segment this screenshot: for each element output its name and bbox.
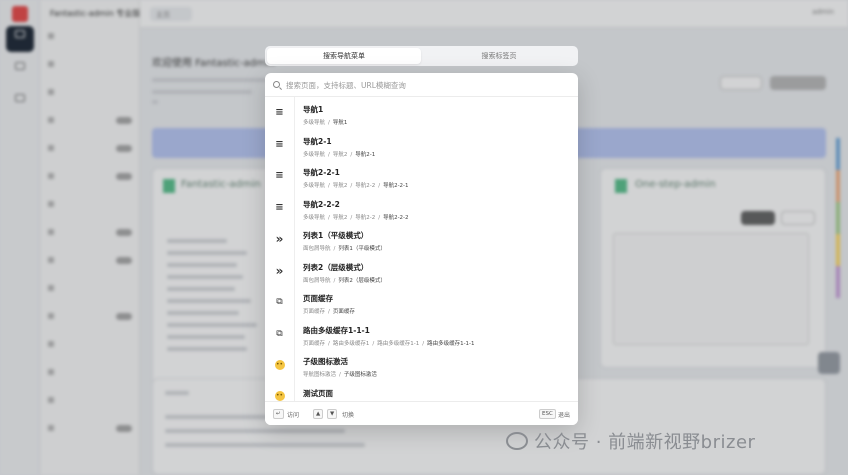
result-title: 导航2-2-2: [303, 199, 340, 209]
search-input[interactable]: [286, 77, 570, 93]
search-icon: [273, 81, 280, 88]
arrow-down-key: ▼: [327, 409, 338, 419]
enter-hint: 访问: [287, 412, 300, 419]
menu-icon: ≡: [265, 128, 295, 161]
enter-key: ↵: [273, 409, 284, 419]
breadcrumb-segment: 多级导航: [303, 151, 326, 158]
result-title: 导航2-1: [303, 136, 332, 146]
breadcrumb-segment: 导航2-1: [355, 151, 376, 158]
search-result-item[interactable]: » 列表2（层级模式） 面包屑导航 / 列表2（层级模式）: [265, 254, 578, 287]
breadcrumb-segment: 路由多级缓存1-1-1: [427, 340, 475, 347]
breadcrumb-separator: /: [372, 340, 375, 347]
search-result-item[interactable]: •• 子级图标激活 导航图标激活 / 子级图标激活: [265, 349, 578, 381]
chevrons-right-icon: »: [265, 223, 295, 255]
breadcrumb-segment: 列表2（层级模式）: [338, 277, 386, 284]
emoji-icon: ••: [265, 349, 295, 381]
result-title: 测试页面: [303, 388, 333, 398]
emoji-icon: ••: [265, 380, 295, 401]
search-result-item[interactable]: » 列表1（平级模式） 面包屑导航 / 列表1（平级模式）: [265, 223, 578, 255]
result-breadcrumb: 页面缓存 / 路由多级缓存1/路由多级缓存1-1/路由多级缓存1-1-1: [303, 339, 475, 347]
breadcrumb-separator: /: [328, 183, 330, 189]
breadcrumb-segment: 导航2: [332, 151, 348, 158]
breadcrumb-segment: 路由多级缓存1: [332, 340, 370, 347]
search-bar: [265, 73, 578, 97]
tab-search-tabs[interactable]: 搜索标签页: [422, 48, 576, 64]
breadcrumb-segment: 导航2: [332, 183, 348, 189]
breadcrumb-segment: 导航1: [332, 120, 348, 126]
breadcrumb-separator: /: [339, 372, 341, 378]
breadcrumb-separator: /: [328, 120, 330, 126]
search-result-item[interactable]: ⧉ 路由多级缓存1-1-1 页面缓存 / 路由多级缓存1/路由多级缓存1-1/路由多级缓…: [265, 317, 578, 350]
result-breadcrumb: 多级导航 / 导航2/导航2-2/导航2-2-2: [303, 213, 409, 221]
search-result-item[interactable]: ≡ 导航2-2-1 多级导航 / 导航2/导航2-2/导航2-2-1: [265, 160, 578, 192]
pages-icon: ⧉: [265, 286, 295, 318]
wechat-icon: [506, 432, 528, 450]
breadcrumb-separator: /: [350, 151, 353, 158]
result-breadcrumb: 页面缓存 / 页面缓存: [303, 307, 355, 315]
result-title: 列表2（层级模式）: [303, 262, 369, 272]
breadcrumb-segment: 页面缓存: [332, 309, 355, 315]
esc-hint: 退出: [558, 412, 571, 419]
switch-hint: 切换: [342, 412, 355, 419]
breadcrumb-segment: 路由多级缓存1-1: [377, 340, 420, 347]
breadcrumb-segment: 多级导航: [303, 214, 326, 221]
menu-icon: ≡: [265, 191, 295, 224]
breadcrumb-separator: /: [350, 214, 353, 221]
search-modal: ≡导航1多级导航/导航1≡导航2-1多级导航/导航2/导航2-1≡导航2-2-1…: [265, 73, 578, 425]
arrow-up-key: ▲: [313, 409, 324, 419]
tab-search-menu[interactable]: 搜索导航菜单: [267, 48, 421, 64]
result-breadcrumb: 多级导航 / 导航1: [303, 118, 347, 126]
breadcrumb-segment: 导航图标激活: [303, 372, 337, 378]
result-breadcrumb: 导航图标激活 / 子级图标激活: [303, 370, 377, 378]
breadcrumb-segment: 子级图标激活: [343, 372, 377, 378]
watermark: 公众号 · 前端新视野brizer: [506, 428, 755, 454]
breadcrumb-segment: 页面缓存: [303, 340, 326, 347]
search-mode-switch: 搜索导航菜单 搜索标签页: [265, 46, 578, 66]
breadcrumb-separator: /: [328, 151, 330, 158]
breadcrumb-separator: /: [333, 246, 336, 252]
result-breadcrumb: 多级导航 / 导航2/导航2-1: [303, 150, 375, 158]
pages-icon: ⧉: [265, 317, 295, 350]
result-title: 页面缓存: [303, 294, 333, 303]
breadcrumb-separator: /: [350, 183, 353, 189]
watermark-text: 公众号 · 前端新视野brizer: [534, 432, 756, 453]
esc-key: ESC: [539, 409, 556, 419]
breadcrumb-separator: /: [328, 340, 330, 347]
breadcrumb-segment: 导航2: [332, 214, 348, 221]
breadcrumb-segment: 多级导航: [303, 183, 326, 189]
result-breadcrumb: 面包屑导航 / 列表1（平级模式）: [303, 244, 386, 252]
breadcrumb-separator: /: [333, 277, 336, 284]
breadcrumb-segment: 列表1（平级模式）: [338, 246, 386, 252]
breadcrumb-segment: 多级导航: [303, 120, 326, 126]
result-title: 列表1（平级模式）: [303, 231, 369, 240]
result-title: 路由多级缓存1-1-1: [303, 325, 370, 335]
search-result-item[interactable]: ≡ 导航2-1 多级导航 / 导航2/导航2-1: [265, 128, 578, 161]
breadcrumb-separator: /: [328, 214, 330, 221]
breadcrumb-segment: 导航2-2-2: [383, 214, 409, 221]
menu-icon: ≡: [265, 160, 295, 192]
breadcrumb-segment: 页面缓存: [303, 309, 326, 315]
breadcrumb-segment: 导航2-2: [355, 214, 376, 221]
search-results: ≡ 导航1 多级导航 / 导航1 ≡ 导航2-1 多级导航 / 导航2/导航2-1 ≡ 导航2-2-1…: [265, 97, 578, 401]
menu-icon: ≡: [265, 97, 295, 129]
result-title: 子级图标激活: [303, 357, 348, 366]
result-title: 导航2-2-1: [303, 168, 340, 177]
chevrons-right-icon: »: [265, 254, 295, 287]
breadcrumb-segment: 导航2-2-1: [383, 183, 409, 189]
search-result-item[interactable]: •• 测试页面: [265, 380, 578, 401]
breadcrumb-separator: /: [378, 214, 381, 221]
result-breadcrumb: 面包屑导航 / 列表2（层级模式）: [303, 276, 386, 284]
breadcrumb-segment: 面包屑导航: [303, 246, 331, 252]
search-result-item[interactable]: ≡ 导航1 多级导航 / 导航1: [265, 97, 578, 129]
result-breadcrumb: 多级导航 / 导航2/导航2-2/导航2-2-1: [303, 181, 409, 189]
search-result-item[interactable]: ≡ 导航2-2-2 多级导航 / 导航2/导航2-2/导航2-2-2: [265, 191, 578, 224]
search-result-item[interactable]: ⧉ 页面缓存 页面缓存 / 页面缓存: [265, 286, 578, 318]
search-footer: ↵ 访问 ▲ ▼ 切换 ESC 退出: [265, 401, 578, 425]
breadcrumb-segment: 导航2-2: [355, 183, 376, 189]
breadcrumb-separator: /: [422, 340, 425, 347]
breadcrumb-segment: 面包屑导航: [303, 277, 331, 284]
breadcrumb-separator: /: [378, 183, 381, 189]
result-title: 导航1: [303, 105, 324, 114]
breadcrumb-separator: /: [328, 309, 330, 315]
